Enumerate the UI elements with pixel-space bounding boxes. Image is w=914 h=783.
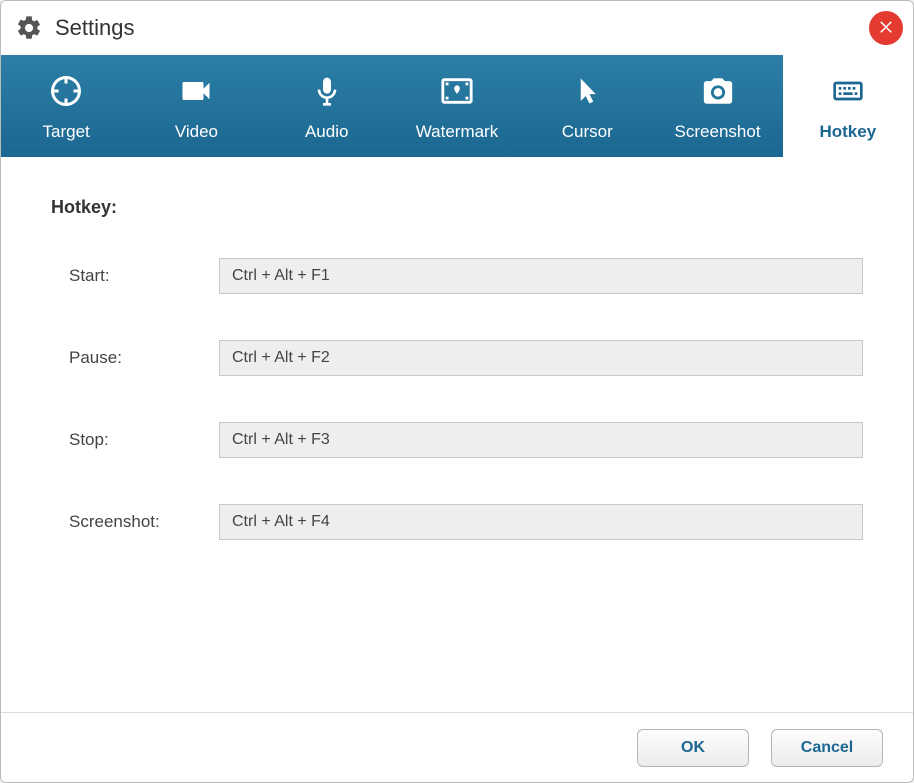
tabbar: Target Video Audio <box>1 55 913 157</box>
close-button[interactable] <box>869 11 903 45</box>
section-header: Hotkey: <box>51 197 863 218</box>
tab-video[interactable]: Video <box>131 55 261 157</box>
tab-audio[interactable]: Audio <box>262 55 392 157</box>
window-title: Settings <box>55 15 135 41</box>
target-icon <box>48 70 84 112</box>
tab-label: Audio <box>305 122 348 142</box>
tab-watermark[interactable]: Watermark <box>392 55 522 157</box>
keyboard-icon <box>826 70 870 112</box>
watermark-icon <box>437 70 477 112</box>
hotkey-start-input[interactable] <box>219 258 863 294</box>
tab-label: Hotkey <box>819 122 876 142</box>
tab-hotkey[interactable]: Hotkey <box>783 55 913 157</box>
close-icon <box>877 17 895 40</box>
tab-label: Screenshot <box>675 122 761 142</box>
titlebar: Settings <box>1 1 913 55</box>
tab-label: Target <box>43 122 90 142</box>
cursor-icon <box>572 70 602 112</box>
hotkey-stop-input[interactable] <box>219 422 863 458</box>
field-label: Pause: <box>69 348 219 368</box>
tab-target[interactable]: Target <box>1 55 131 157</box>
field-label: Start: <box>69 266 219 286</box>
hotkey-screenshot-input[interactable] <box>219 504 863 540</box>
microphone-icon <box>311 70 343 112</box>
tab-label: Video <box>175 122 218 142</box>
hotkey-pause-input[interactable] <box>219 340 863 376</box>
content-panel: Hotkey: Start: Pause: Stop: Screenshot: <box>1 157 913 712</box>
camera-icon <box>698 70 738 112</box>
tab-label: Watermark <box>416 122 499 142</box>
field-row-screenshot: Screenshot: <box>51 504 863 540</box>
field-label: Screenshot: <box>69 512 219 532</box>
footer: OK Cancel <box>1 712 913 782</box>
field-label: Stop: <box>69 430 219 450</box>
tab-screenshot[interactable]: Screenshot <box>652 55 782 157</box>
gear-icon <box>15 14 43 42</box>
field-row-stop: Stop: <box>51 422 863 458</box>
field-row-pause: Pause: <box>51 340 863 376</box>
tab-cursor[interactable]: Cursor <box>522 55 652 157</box>
field-row-start: Start: <box>51 258 863 294</box>
settings-window: Settings Target Video <box>0 0 914 783</box>
ok-button[interactable]: OK <box>637 729 749 767</box>
cancel-button[interactable]: Cancel <box>771 729 883 767</box>
video-camera-icon <box>175 70 217 112</box>
tab-label: Cursor <box>562 122 613 142</box>
